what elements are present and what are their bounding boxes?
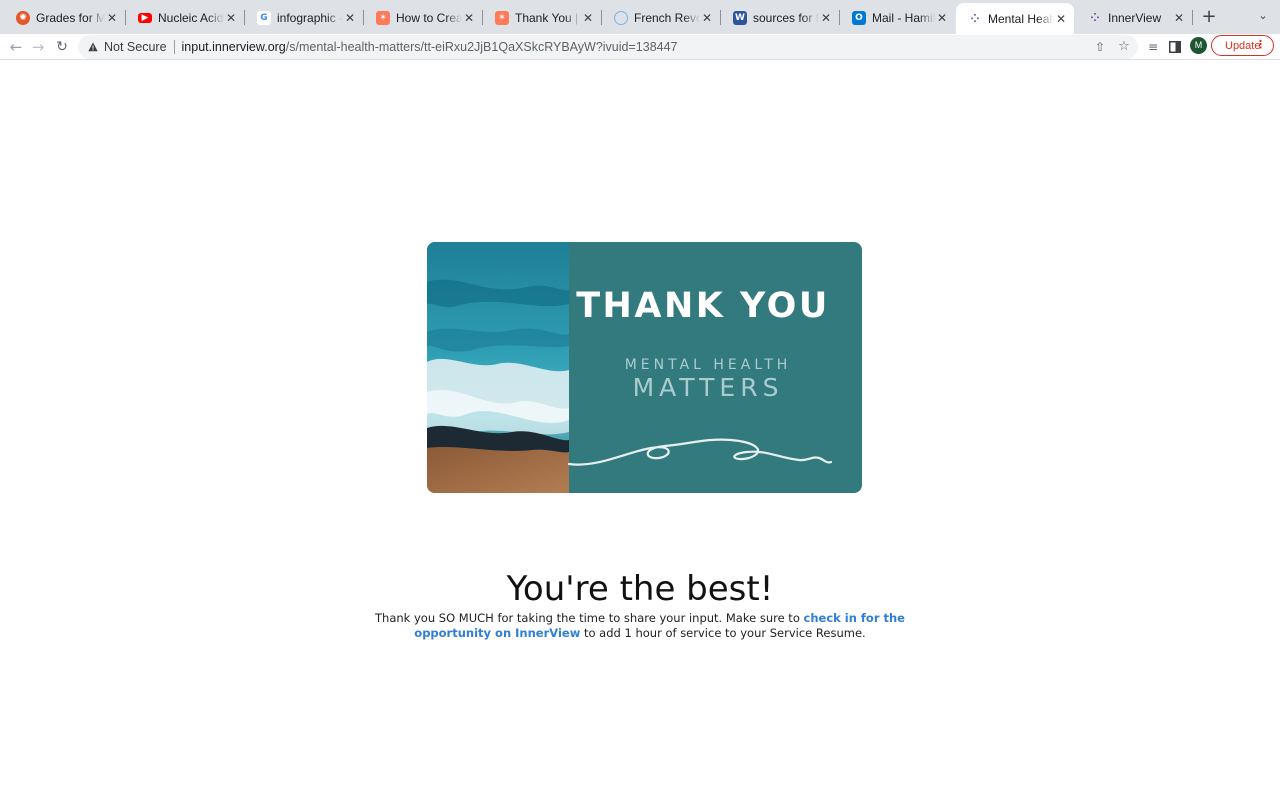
tab-title: Grades for Mia Ha	[36, 10, 105, 25]
tab-title: InnerView	[1108, 10, 1162, 25]
outlook-icon: O	[852, 10, 866, 25]
word-icon: W	[733, 10, 747, 25]
tab-title: Nucleic Acids - Yo	[158, 10, 224, 25]
browser-toolbar: ← → ↻ Not Secure input.innerview.org /s/…	[0, 34, 1280, 60]
kebab-menu-icon: ⋮	[1255, 38, 1266, 51]
update-button[interactable]: Update ⋮	[1211, 35, 1274, 56]
divider	[173, 40, 175, 54]
tab-title: sources for french	[753, 10, 819, 25]
tab-mail[interactable]: O Mail - Hamilton, M ✕	[840, 4, 955, 31]
tab-title: Mail - Hamilton, M	[872, 10, 935, 25]
url-host: input.innerview.org	[181, 40, 286, 54]
tab-separator	[1192, 10, 1193, 25]
thank-you-banner: THANK YOU MENTAL HEALTH MATTERS	[427, 242, 862, 493]
globe-icon	[614, 10, 628, 25]
youtube-icon: ▶	[138, 12, 152, 23]
security-status[interactable]: Not Secure	[104, 40, 167, 54]
innerview-icon: ⁘	[1090, 11, 1100, 24]
tab-mental-health-matters[interactable]: ⁘ Mental Health Ma ✕	[956, 3, 1074, 34]
banner-title: THANK YOU	[576, 286, 830, 326]
innerview-icon: ⁘	[970, 12, 980, 25]
profile-avatar[interactable]: M	[1190, 37, 1207, 54]
tab-search-button[interactable]: ⌄	[1254, 9, 1272, 25]
arrow-right-icon: →	[31, 38, 45, 56]
close-icon[interactable]: ✕	[581, 11, 595, 25]
warning-icon	[88, 42, 98, 52]
tab-title: Thank You | Free I	[515, 10, 581, 25]
chevron-down-icon: ⌄	[1258, 9, 1268, 22]
thank-you-message: Thank you SO MUCH for taking the time to…	[360, 611, 920, 640]
back-button[interactable]: ←	[6, 37, 26, 57]
url-path: /s/mental-health-matters/tt-eiRxu2JjB1Qa…	[285, 40, 678, 54]
tab-strip: ✺ Grades for Mia Ha ✕ ▶ Nucleic Acids - …	[0, 0, 1280, 34]
banner-subtitle-line1: MENTAL HEALTH	[624, 357, 792, 373]
forward-button[interactable]: →	[28, 37, 48, 57]
tab-sources-for-french[interactable]: W sources for french ✕	[721, 4, 840, 31]
tab-thank-you[interactable]: ✶ Thank You | Free I ✕	[483, 4, 602, 31]
google-icon: G	[257, 10, 271, 25]
tab-title: How to Create an	[396, 10, 462, 25]
close-icon[interactable]: ✕	[343, 11, 357, 25]
tab-how-to-create[interactable]: ✶ How to Create an ✕	[364, 4, 483, 31]
tab-french-revolution[interactable]: French Revolution ✕	[602, 4, 721, 31]
star-icon[interactable]: ☆	[1116, 39, 1132, 55]
tab-innerview[interactable]: ⁘ InnerView ✕	[1076, 4, 1193, 31]
share-icon[interactable]: ⇧	[1092, 39, 1108, 55]
reload-button[interactable]: ↻	[52, 37, 72, 57]
address-bar[interactable]: Not Secure input.innerview.org /s/mental…	[78, 35, 1138, 59]
tab-title: French Revolution	[634, 10, 700, 25]
arrow-left-icon: ←	[9, 38, 23, 56]
close-icon[interactable]: ✕	[1054, 12, 1068, 26]
canvas-icon: ✺	[16, 10, 30, 25]
tab-infographic[interactable]: G infographic - Goo ✕	[245, 4, 364, 31]
tab-title: Mental Health Ma	[988, 11, 1054, 26]
tab-nucleic-acids[interactable]: ▶ Nucleic Acids - Yo ✕	[126, 4, 245, 31]
close-icon[interactable]: ✕	[935, 11, 949, 25]
close-icon[interactable]: ✕	[224, 11, 238, 25]
close-icon[interactable]: ✕	[1172, 11, 1186, 25]
page-headline: You're the best!	[506, 569, 774, 609]
close-icon[interactable]: ✕	[462, 11, 476, 25]
wave-swirl	[567, 438, 833, 466]
banner-subtitle-line2: MATTERS	[632, 373, 784, 402]
close-icon[interactable]: ✕	[105, 11, 119, 25]
message-text-before: Thank you SO MUCH for taking the time to…	[375, 611, 804, 625]
hubspot-icon: ✶	[495, 10, 509, 25]
tab-title: infographic - Goo	[277, 10, 343, 25]
reading-list-icon[interactable]: ≡	[1144, 38, 1162, 56]
tab-grades[interactable]: ✺ Grades for Mia Ha ✕	[4, 4, 126, 31]
close-icon[interactable]: ✕	[819, 11, 833, 25]
reload-icon: ↻	[56, 39, 68, 55]
message-text-after: to add 1 hour of service to your Service…	[580, 625, 866, 640]
new-tab-button[interactable]: +	[1199, 7, 1219, 27]
side-panel-icon[interactable]	[1166, 38, 1184, 56]
hubspot-icon: ✶	[376, 10, 390, 25]
close-icon[interactable]: ✕	[700, 11, 714, 25]
